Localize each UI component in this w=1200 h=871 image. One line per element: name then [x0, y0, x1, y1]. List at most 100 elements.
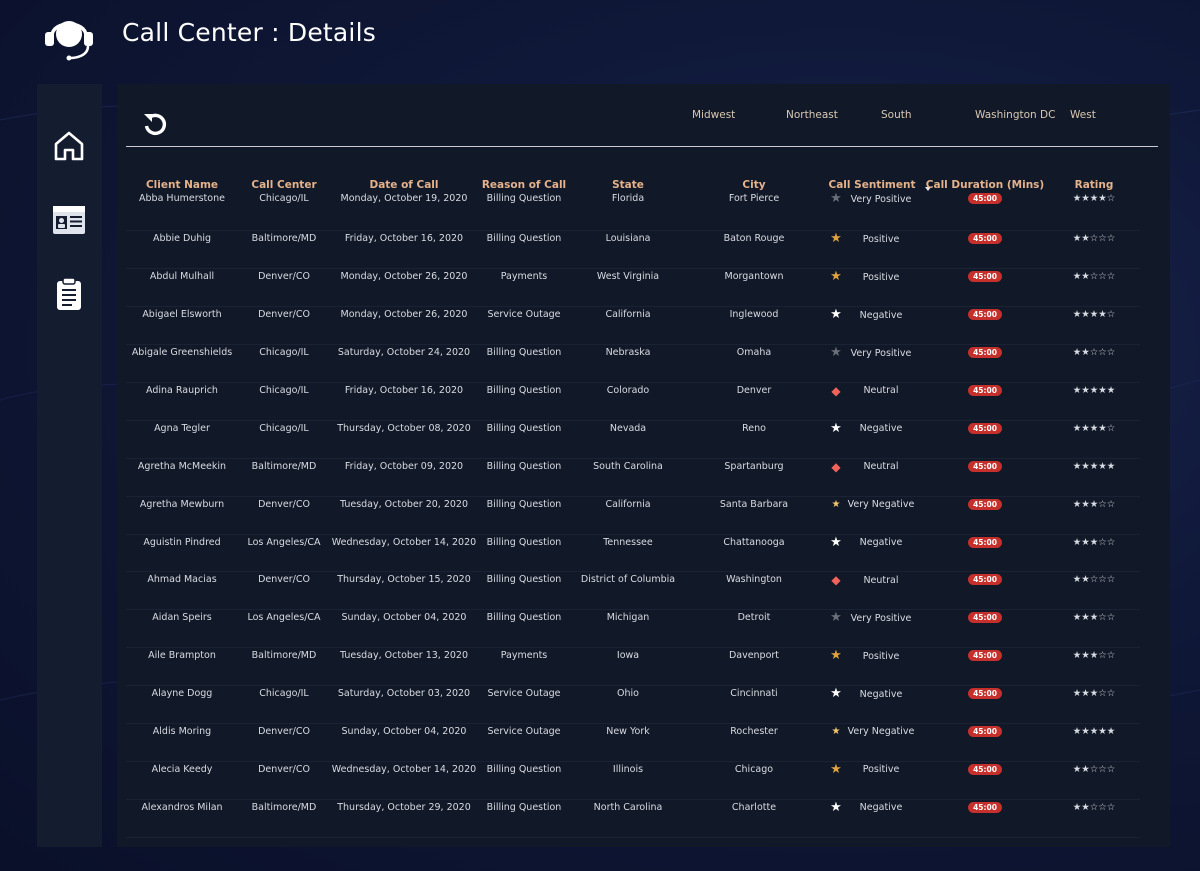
duration-badge: 45:00 [968, 347, 1002, 359]
table-row[interactable]: Alexandros Milan Baltimore/MD Thursday, Oc… [126, 799, 1140, 838]
star-white-icon: ★ [830, 686, 842, 702]
star-orange-icon: ★ [830, 761, 842, 777]
call-duration-cell: 45:00 [922, 193, 1048, 232]
column-header-call-center[interactable]: Call Center [238, 176, 330, 193]
city-cell: Denver [686, 382, 822, 421]
call-center-cell: Denver/CO [238, 571, 330, 611]
reason-of-call-cell: Service Outage [478, 306, 570, 346]
table-row[interactable]: Alecia Keedy Denver/CO Wednesday, October … [126, 761, 1140, 800]
star-small-icon: ★ [831, 725, 841, 737]
table-row[interactable]: Adina Rauprich Chicago/IL Friday, October … [126, 382, 1140, 421]
call-sentiment-cell: ★ Very Positive [822, 609, 922, 649]
column-header-state[interactable]: State [570, 176, 686, 193]
table-row[interactable]: Aidan Speirs Los Angeles/CA Sunday, Octobe… [126, 609, 1140, 649]
table-row[interactable]: Abigael Elsworth Denver/CO Monday, October… [126, 306, 1140, 346]
city-cell: Rochester [686, 723, 822, 762]
state-cell: South Carolina [570, 458, 686, 497]
call-sentiment-label: Very Negative [847, 499, 915, 511]
duration-badge: 45:00 [968, 309, 1002, 321]
call-duration-cell: 45:00 [922, 799, 1048, 838]
rating-stars: ★★★★★ [1048, 723, 1140, 762]
duration-badge: 45:00 [968, 725, 1002, 737]
date-of-call-cell: Monday, October 26, 2020 [330, 268, 478, 308]
date-of-call-cell: Sunday, October 04, 2020 [330, 723, 478, 762]
table-row[interactable]: Ahmad Macias Denver/CO Thursday, October 1… [126, 571, 1140, 611]
client-name-cell: Abigael Elsworth [126, 306, 238, 346]
region-northeast[interactable]: Northeast [786, 109, 838, 121]
region-washington-dc[interactable]: Washington DC [975, 109, 1055, 121]
table-row[interactable]: Aile Brampton Baltimore/MD Tuesday, Octobe… [126, 647, 1140, 687]
table-row[interactable]: Abigale Greenshields Chicago/IL Saturday, … [126, 344, 1140, 383]
sidebar-item-reports[interactable] [49, 274, 89, 314]
column-header-city[interactable]: City [686, 176, 822, 193]
column-header-call-sentiment[interactable]: Call Sentiment [822, 176, 931, 193]
call-center-cell: Chicago/IL [238, 382, 330, 421]
table-row[interactable]: Alayne Dogg Chicago/IL Saturday, October 0… [126, 685, 1140, 724]
call-duration-cell: 45:00 [922, 647, 1048, 687]
table-row[interactable]: Aldis Moring Denver/CO Sunday, October 04,… [126, 723, 1140, 762]
date-of-call-cell: Friday, October 16, 2020 [330, 230, 478, 270]
reason-of-call-cell: Service Outage [478, 685, 570, 724]
reason-of-call-cell: Billing Question [478, 230, 570, 270]
id-card-icon [53, 206, 85, 234]
call-sentiment-cell: ◆ Neutral [822, 458, 922, 497]
city-cell: Charlotte [686, 799, 822, 838]
state-cell: Iowa [570, 647, 686, 687]
reason-of-call-cell: Billing Question [478, 496, 570, 535]
reason-of-call-cell: Billing Question [478, 571, 570, 611]
call-sentiment-cell: ◆ Neutral [822, 382, 922, 421]
home-icon [54, 131, 84, 161]
duration-badge: 45:00 [968, 536, 1002, 548]
star-grey-icon: ★ [830, 610, 842, 626]
rating-stars: ★★★★☆ [1048, 420, 1140, 459]
table-row[interactable]: Abdul Mulhall Denver/CO Monday, October 26… [126, 268, 1140, 308]
call-sentiment-cell: ★ Positive [822, 230, 922, 270]
city-cell: Baton Rouge [686, 230, 822, 270]
client-name-cell: Aguistin Pindred [126, 534, 238, 573]
region-midwest[interactable]: Midwest [692, 109, 735, 121]
table-row[interactable]: Agretha Mewburn Denver/CO Tuesday, October… [126, 496, 1140, 535]
table-row[interactable]: Abbie Duhig Baltimore/MD Friday, October 1… [126, 230, 1140, 270]
call-center-cell: Baltimore/MD [238, 458, 330, 497]
table-header-row: Client Name Call Center Date of Call Rea… [126, 176, 1140, 193]
diamond-red-icon: ◆ [831, 459, 841, 474]
region-west[interactable]: West [1070, 109, 1096, 121]
table-row[interactable]: Agna Tegler Chicago/IL Thursday, October 0… [126, 420, 1140, 459]
client-name-cell: Abba Humerstone [126, 193, 238, 232]
call-duration-cell: 45:00 [922, 420, 1048, 459]
city-cell: Morgantown [686, 268, 822, 308]
city-cell: Washington [686, 571, 822, 611]
call-duration-cell: 45:00 [922, 723, 1048, 762]
call-center-cell: Chicago/IL [238, 685, 330, 724]
rating-stars: ★★★☆☆ [1048, 609, 1140, 649]
sidebar-item-home[interactable] [49, 126, 89, 166]
call-center-cell: Denver/CO [238, 723, 330, 762]
client-name-cell: Agna Tegler [126, 420, 238, 459]
region-south[interactable]: South [881, 109, 912, 121]
column-header-reason-of-call[interactable]: Reason of Call [478, 176, 570, 193]
table-row[interactable]: Aguistin Pindred Los Angeles/CA Wednesday,… [126, 534, 1140, 573]
column-header-rating[interactable]: Rating [1048, 176, 1140, 193]
call-sentiment-label: Positive [862, 233, 900, 245]
city-cell: Cincinnati [686, 685, 822, 724]
state-cell: North Carolina [570, 799, 686, 838]
call-sentiment-label: Very Positive [850, 193, 912, 205]
state-cell: Ohio [570, 685, 686, 724]
table-row[interactable]: Abba Humerstone Chicago/IL Monday, October… [126, 193, 1140, 232]
call-sentiment-cell: ★ Negative [822, 799, 922, 838]
column-header-date-of-call[interactable]: Date of Call [330, 176, 478, 193]
city-cell: Detroit [686, 609, 822, 649]
call-sentiment-label: Very Positive [850, 347, 912, 359]
reason-of-call-cell: Billing Question [478, 193, 570, 232]
column-header-call-duration[interactable]: Call Duration (Mins) [922, 176, 1048, 193]
call-center-cell: Baltimore/MD [238, 799, 330, 838]
call-sentiment-label: Neutral [863, 461, 899, 473]
date-of-call-cell: Tuesday, October 13, 2020 [330, 647, 478, 687]
call-duration-cell: 45:00 [922, 609, 1048, 649]
details-panel: Midwest Northeast South Washington DC We… [117, 84, 1170, 847]
call-center-cell: Baltimore/MD [238, 647, 330, 687]
column-header-client-name[interactable]: Client Name [126, 176, 238, 193]
table-row[interactable]: Agretha McMeekin Baltimore/MD Friday, Octo… [126, 458, 1140, 497]
city-cell: Omaha [686, 344, 822, 383]
sidebar-item-details[interactable] [49, 200, 89, 240]
